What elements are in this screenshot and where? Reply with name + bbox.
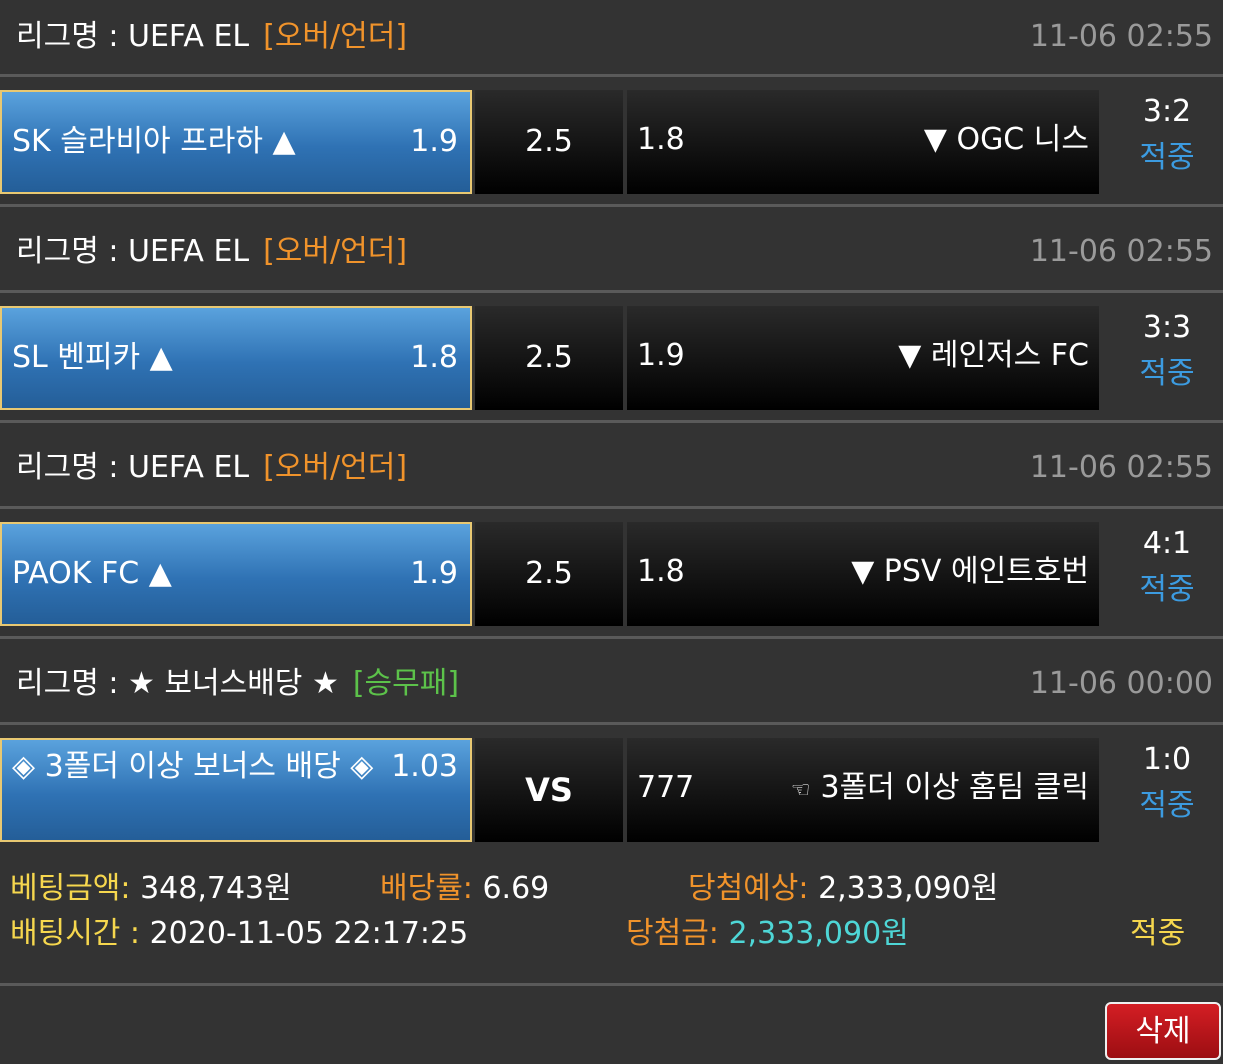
bet-summary: 베팅금액: 348,743원 배당률: 6.69 당첨예상: 2,333,090… bbox=[0, 865, 1223, 965]
bet-time: 배팅시간 : 2020-11-05 22:17:25 bbox=[10, 912, 468, 956]
match-datetime: 11-06 00:00 bbox=[1029, 666, 1213, 701]
away-team-name: ▼ OGC 니스 bbox=[923, 122, 1089, 157]
away-team-pick[interactable]: 1.8 ▼ PSV 에인트호번 bbox=[627, 522, 1099, 626]
home-team-name: SL 벤피카 ▲ bbox=[12, 340, 173, 375]
match-score: 3:2 bbox=[1142, 94, 1192, 129]
away-odd: 1.9 bbox=[637, 338, 685, 373]
league-label: 리그명 : ★ 보너스배당 ★ bbox=[16, 666, 339, 701]
result-cell: 1:0 적중 bbox=[1112, 738, 1222, 842]
home-odd: 1.9 bbox=[410, 124, 458, 159]
expected-win-label: 당첨예상: bbox=[688, 871, 809, 906]
win-amount-label: 당첨금: bbox=[626, 916, 719, 951]
home-team-pick[interactable]: SL 벤피카 ▲ 1.8 bbox=[0, 306, 472, 410]
divider bbox=[0, 506, 1223, 509]
match-datetime: 11-06 02:55 bbox=[1029, 19, 1213, 54]
bet-amount: 베팅금액: 348,743원 bbox=[10, 867, 292, 911]
result-cell: 3:3 적중 bbox=[1112, 306, 1222, 410]
bet-amount-value: 348,743원 bbox=[140, 871, 292, 906]
game-row: ◈ 3폴더 이상 보너스 배당 ◈ 1.03 VS 777 ☜ 3폴더 이상 홈팀… bbox=[0, 738, 1223, 842]
divider bbox=[0, 204, 1223, 207]
divider bbox=[0, 983, 1223, 986]
match-score: 3:3 bbox=[1142, 310, 1192, 345]
handicap-value[interactable]: 2.5 bbox=[475, 306, 623, 410]
divider bbox=[0, 420, 1223, 423]
away-team-pick[interactable]: 777 ☜ 3폴더 이상 홈팀 클릭 bbox=[627, 738, 1099, 842]
league-name: 리그명 : ★ 보너스배당 ★ [승무패] bbox=[16, 647, 459, 721]
league-header: 리그명 : UEFA EL [오버/언더] 11-06 02:55 bbox=[0, 431, 1223, 505]
league-name: 리그명 : UEFA EL [오버/언더] bbox=[16, 431, 407, 505]
away-team-pick[interactable]: 1.8 ▼ OGC 니스 bbox=[627, 90, 1099, 194]
win-amount-value: 2,333,090원 bbox=[728, 916, 909, 951]
league-label: 리그명 : UEFA EL bbox=[16, 450, 250, 485]
away-odd: 1.8 bbox=[637, 554, 685, 589]
game-row: SK 슬라비아 프라하 ▲ 1.9 2.5 1.8 ▼ OGC 니스 3:2 적… bbox=[0, 90, 1223, 194]
bet-history-panel: 리그명 : UEFA EL [오버/언더] 11-06 02:55 SK 슬라비아… bbox=[0, 0, 1223, 1064]
win-amount: 당첨금: 2,333,090원 bbox=[626, 912, 909, 956]
home-team-name: SK 슬라비아 프라하 ▲ bbox=[12, 124, 296, 159]
bet-result-status: 적중 bbox=[1130, 916, 1186, 951]
expected-win-value: 2,333,090원 bbox=[818, 871, 999, 906]
pointing-hand-icon: ☜ bbox=[790, 778, 811, 803]
league-header: 리그명 : UEFA EL [오버/언더] 11-06 02:55 bbox=[0, 0, 1223, 74]
home-team-name: PAOK FC ▲ bbox=[12, 556, 172, 591]
match-datetime: 11-06 02:55 bbox=[1029, 234, 1213, 269]
away-team-name: ☜ 3폴더 이상 홈팀 클릭 bbox=[791, 738, 1089, 841]
handicap-value[interactable]: 2.5 bbox=[475, 522, 623, 626]
home-odd: 1.8 bbox=[410, 340, 458, 375]
away-team-label: 3폴더 이상 홈팀 클릭 bbox=[820, 770, 1090, 805]
vs-label[interactable]: VS bbox=[475, 738, 623, 842]
match-score: 1:0 bbox=[1142, 742, 1192, 777]
divider bbox=[0, 290, 1223, 293]
away-team-name: ▼ 레인저스 FC bbox=[898, 338, 1089, 373]
league-name: 리그명 : UEFA EL [오버/언더] bbox=[16, 215, 407, 289]
match-score: 4:1 bbox=[1142, 526, 1192, 561]
handicap-value[interactable]: 2.5 bbox=[475, 90, 623, 194]
page-edge bbox=[1223, 0, 1242, 1064]
away-odd: 1.8 bbox=[637, 122, 685, 157]
bet-type: [오버/언더] bbox=[263, 19, 408, 54]
hit-status: 적중 bbox=[1139, 788, 1195, 823]
league-header: 리그명 : ★ 보너스배당 ★ [승무패] 11-06 00:00 bbox=[0, 647, 1223, 721]
divider bbox=[0, 722, 1223, 725]
home-team-pick[interactable]: PAOK FC ▲ 1.9 bbox=[0, 522, 472, 626]
league-label: 리그명 : UEFA EL bbox=[16, 234, 250, 269]
home-team-name: ◈ 3폴더 이상 보너스 배당 ◈ bbox=[12, 749, 374, 784]
expected-win: 당첨예상: 2,333,090원 bbox=[688, 867, 998, 911]
away-team-pick[interactable]: 1.9 ▼ 레인저스 FC bbox=[627, 306, 1099, 410]
bet-type: [오버/언더] bbox=[263, 234, 408, 269]
league-header: 리그명 : UEFA EL [오버/언더] 11-06 02:55 bbox=[0, 215, 1223, 289]
odds-rate-value: 6.69 bbox=[482, 871, 550, 906]
match-datetime: 11-06 02:55 bbox=[1029, 450, 1213, 485]
away-odd: 777 bbox=[637, 770, 695, 805]
bet-type: [오버/언더] bbox=[263, 450, 408, 485]
hit-status: 적중 bbox=[1139, 140, 1195, 175]
result-cell: 3:2 적중 bbox=[1112, 90, 1222, 194]
home-team-pick[interactable]: SK 슬라비아 프라하 ▲ 1.9 bbox=[0, 90, 472, 194]
bet-time-label: 배팅시간 : bbox=[10, 916, 141, 951]
delete-button[interactable]: 삭제 bbox=[1105, 1002, 1221, 1060]
divider bbox=[0, 74, 1223, 77]
home-team-pick[interactable]: ◈ 3폴더 이상 보너스 배당 ◈ 1.03 bbox=[0, 738, 472, 842]
divider bbox=[0, 636, 1223, 639]
away-team-name: ▼ PSV 에인트호번 bbox=[851, 554, 1089, 589]
odds-rate-label: 배당률: bbox=[380, 871, 473, 906]
home-odd: 1.9 bbox=[410, 556, 458, 591]
odds-rate: 배당률: 6.69 bbox=[380, 867, 549, 911]
bet-amount-label: 베팅금액: bbox=[10, 871, 131, 906]
game-row: PAOK FC ▲ 1.9 2.5 1.8 ▼ PSV 에인트호번 4:1 적중 bbox=[0, 522, 1223, 626]
league-name: 리그명 : UEFA EL [오버/언더] bbox=[16, 0, 407, 74]
home-odd: 1.03 bbox=[391, 749, 458, 784]
league-label: 리그명 : UEFA EL bbox=[16, 19, 250, 54]
bet-time-value: 2020-11-05 22:17:25 bbox=[149, 916, 469, 951]
game-row: SL 벤피카 ▲ 1.8 2.5 1.9 ▼ 레인저스 FC 3:3 적중 bbox=[0, 306, 1223, 410]
bet-type: [승무패] bbox=[352, 666, 460, 701]
result-cell: 4:1 적중 bbox=[1112, 522, 1222, 626]
hit-status: 적중 bbox=[1139, 572, 1195, 607]
hit-status: 적중 bbox=[1139, 356, 1195, 391]
